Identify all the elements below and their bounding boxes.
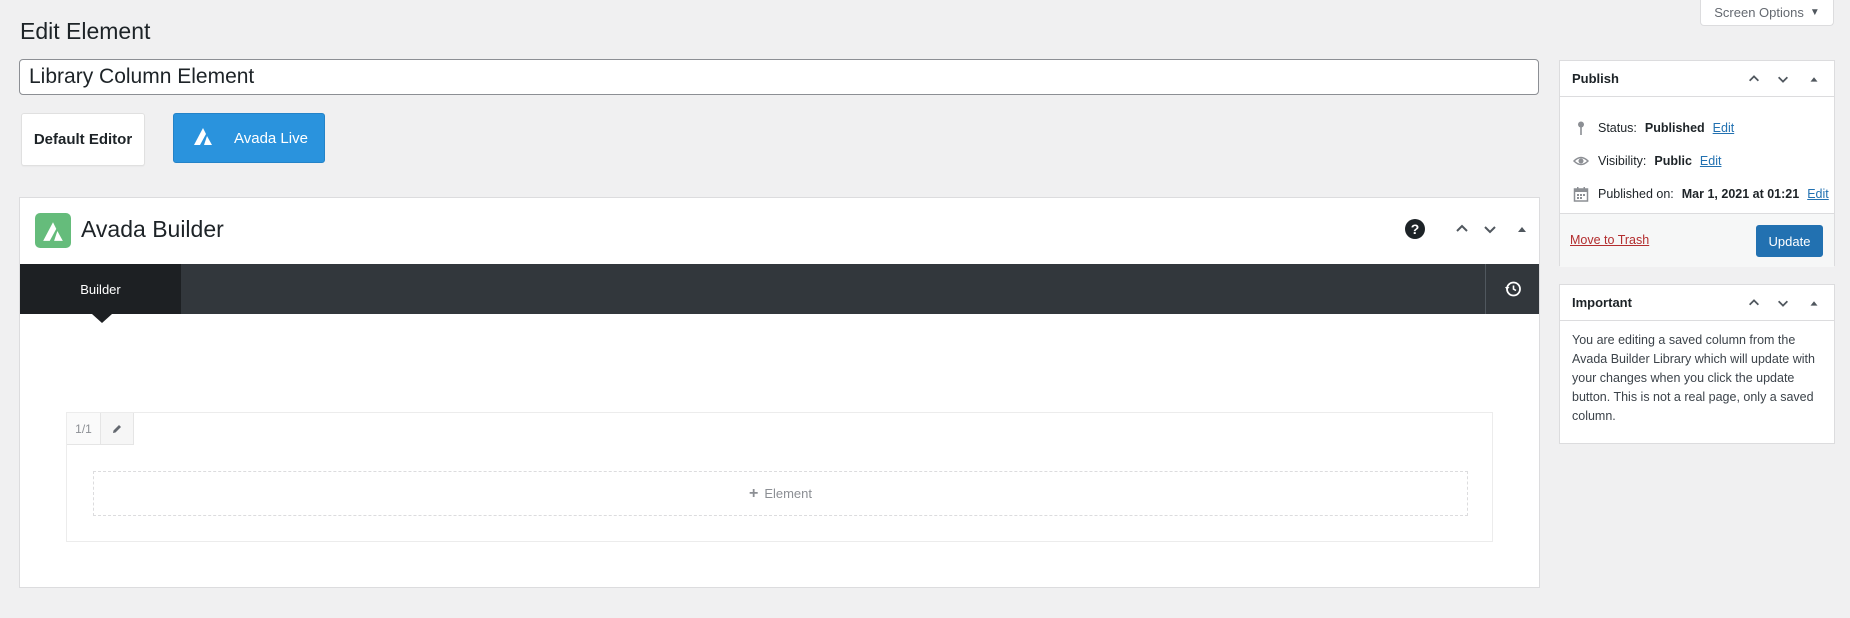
visibility-row: Visibility: Public Edit bbox=[1572, 152, 1721, 170]
add-element-label: Element bbox=[764, 486, 813, 501]
tab-builder[interactable]: Builder bbox=[20, 264, 181, 314]
chevron-up-icon[interactable] bbox=[1451, 218, 1473, 240]
calendar-icon bbox=[1572, 185, 1590, 203]
visibility-label: Visibility: bbox=[1598, 154, 1647, 168]
default-editor-button[interactable]: Default Editor bbox=[21, 113, 145, 166]
avada-live-button[interactable]: Avada Live bbox=[173, 113, 325, 163]
status-edit-link[interactable]: Edit bbox=[1713, 121, 1735, 135]
post-title-input[interactable] bbox=[19, 59, 1539, 95]
status-row: Status: Published Edit bbox=[1572, 119, 1734, 137]
avada-logo-icon bbox=[35, 213, 71, 248]
published-on-row: Published on: Mar 1, 2021 at 01:21 Edit bbox=[1572, 185, 1829, 203]
builder-toolbar: Builder bbox=[20, 264, 1539, 323]
add-element-button[interactable]: + Element bbox=[93, 471, 1468, 516]
published-on-value: Mar 1, 2021 at 01:21 bbox=[1681, 187, 1800, 201]
builder-title: Avada Builder bbox=[81, 216, 224, 242]
visibility-value: Public bbox=[1654, 154, 1692, 168]
screen-options-button[interactable]: Screen Options ▼ bbox=[1700, 0, 1834, 26]
builder-header: Avada Builder ? bbox=[20, 198, 1539, 264]
plus-icon: + bbox=[748, 484, 759, 502]
screen-options-label: Screen Options bbox=[1714, 5, 1804, 20]
status-label: Status: bbox=[1598, 121, 1637, 135]
important-box: Important You are editing a saved column… bbox=[1559, 284, 1835, 444]
active-tab-indicator bbox=[92, 314, 112, 323]
history-icon bbox=[1504, 281, 1521, 297]
default-editor-label: Default Editor bbox=[33, 131, 133, 148]
chevron-down-icon[interactable] bbox=[1773, 69, 1793, 89]
important-header: Important bbox=[1560, 285, 1834, 321]
published-on-edit-link[interactable]: Edit bbox=[1807, 187, 1829, 201]
publish-title: Publish bbox=[1572, 71, 1619, 86]
column-edit-button[interactable] bbox=[101, 413, 134, 445]
update-button[interactable]: Update bbox=[1756, 225, 1823, 257]
eye-icon bbox=[1572, 152, 1590, 170]
pin-icon bbox=[1572, 119, 1590, 137]
chevron-up-icon[interactable] bbox=[1744, 69, 1764, 89]
help-icon[interactable]: ? bbox=[1405, 219, 1425, 239]
pencil-icon bbox=[113, 424, 121, 433]
important-title: Important bbox=[1572, 295, 1632, 310]
avada-live-label: Avada Live bbox=[234, 129, 308, 147]
page-title: Edit Element bbox=[20, 18, 151, 44]
avada-builder-panel: Avada Builder ? Builder 1/1 + Element bbox=[19, 197, 1540, 588]
visibility-edit-link[interactable]: Edit bbox=[1700, 154, 1722, 168]
published-on-label: Published on: bbox=[1598, 187, 1674, 201]
important-text: You are editing a saved column from the … bbox=[1572, 333, 1815, 423]
publish-actions: Move to Trash Update bbox=[1560, 213, 1834, 267]
avada-live-icon bbox=[192, 126, 214, 150]
history-button[interactable] bbox=[1485, 264, 1539, 314]
publish-header: Publish bbox=[1560, 61, 1834, 97]
chevron-down-icon[interactable] bbox=[1773, 293, 1793, 313]
chevron-up-icon[interactable] bbox=[1744, 293, 1764, 313]
caret-up-icon[interactable] bbox=[1804, 293, 1824, 313]
status-value: Published bbox=[1644, 121, 1705, 135]
tab-builder-label: Builder bbox=[80, 281, 121, 297]
caret-up-icon[interactable] bbox=[1511, 218, 1533, 240]
caret-down-icon: ▼ bbox=[1809, 7, 1820, 18]
update-label: Update bbox=[1768, 233, 1811, 249]
publish-box: Publish Status: Published Edit Visibilit… bbox=[1559, 60, 1835, 267]
builder-column: 1/1 + Element bbox=[66, 412, 1493, 542]
move-to-trash-link[interactable]: Move to Trash bbox=[1570, 233, 1649, 247]
caret-up-icon[interactable] bbox=[1804, 69, 1824, 89]
chevron-down-icon[interactable] bbox=[1479, 218, 1501, 240]
column-size-control[interactable]: 1/1 bbox=[67, 413, 101, 445]
